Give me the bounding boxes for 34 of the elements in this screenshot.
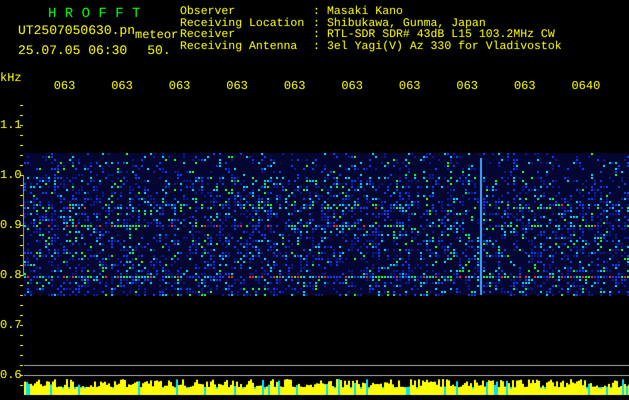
info-separator: : bbox=[313, 40, 321, 52]
info-label: Receiving Antenna bbox=[180, 40, 298, 52]
time-label: 063 bbox=[284, 78, 306, 95]
info-value: Masaki Kano bbox=[327, 6, 403, 18]
time-label: 063 bbox=[341, 78, 364, 95]
info-label: Observer bbox=[180, 6, 236, 18]
frequency-label: 0.9 bbox=[0, 219, 22, 231]
info-separator: : bbox=[313, 6, 321, 18]
mode-label: meteor bbox=[135, 28, 178, 42]
frequency-label: 0.7 bbox=[0, 319, 22, 331]
file-name: UT2507050630.pn bbox=[18, 24, 136, 38]
time-label: 063 bbox=[398, 78, 422, 95]
value-label: 50. bbox=[147, 44, 171, 58]
app-title: H R O F F T bbox=[48, 6, 142, 22]
time-label: 063 bbox=[226, 78, 249, 95]
frequency-label: 0.6 bbox=[0, 369, 22, 381]
frequency-label: 1.0 bbox=[0, 169, 22, 181]
info-separator: : bbox=[313, 29, 321, 41]
info-value: RTL-SDR SDR# 43dB L15 103.2MHz CW bbox=[327, 29, 555, 41]
frequency-label: 0.8 bbox=[0, 269, 22, 281]
time-label: 063 bbox=[514, 78, 537, 95]
info-label: Receiver bbox=[180, 29, 236, 41]
time-label: 0640 bbox=[571, 78, 602, 95]
info-separator: : bbox=[313, 18, 321, 30]
info-label: Receiving Location bbox=[180, 18, 306, 30]
date-time: 25.07.05 06:30 bbox=[18, 44, 128, 58]
time-label: 063 bbox=[111, 78, 134, 95]
unit-label: kHz bbox=[0, 70, 23, 87]
frequency-label: 1.1 bbox=[0, 119, 22, 131]
info-value: Shibukawa, Gunma, Japan bbox=[327, 18, 486, 30]
time-label: 063 bbox=[54, 78, 76, 95]
time-label: 063 bbox=[456, 78, 480, 95]
time-label: 063 bbox=[168, 78, 192, 95]
info-value: 3el Yagi(V) Az 330 for Vladivostok bbox=[327, 40, 562, 52]
